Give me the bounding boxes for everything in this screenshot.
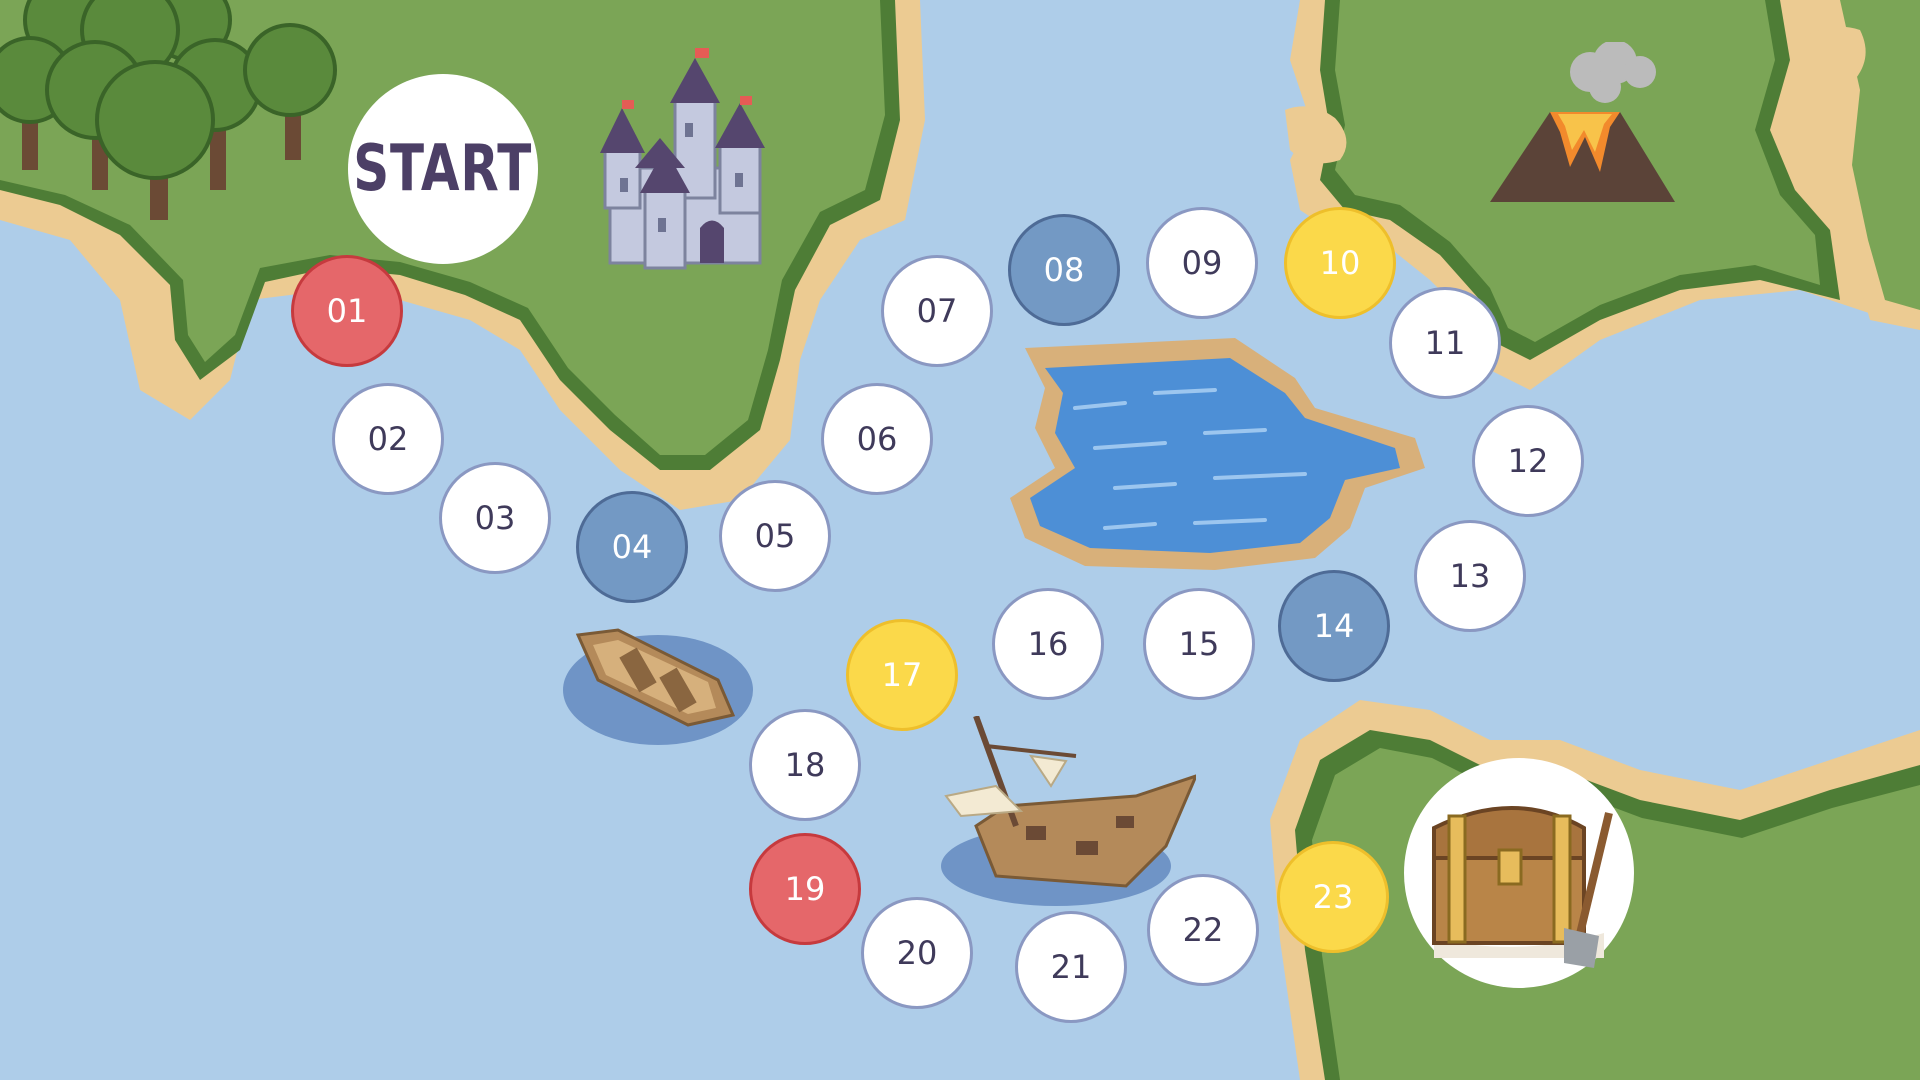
board-space-23[interactable]: 23 <box>1277 841 1389 953</box>
board-space-19[interactable]: 19 <box>749 833 861 945</box>
board-space-01[interactable]: 01 <box>291 255 403 367</box>
board-space-05[interactable]: 05 <box>719 480 831 592</box>
board-space-09[interactable]: 09 <box>1146 207 1258 319</box>
board-space-07[interactable]: 07 <box>881 255 993 367</box>
rowboat-icon <box>563 628 753 745</box>
board-space-12[interactable]: 12 <box>1472 405 1584 517</box>
board-space-10[interactable]: 10 <box>1284 207 1396 319</box>
volcano-icon <box>1490 42 1675 202</box>
board-space-20[interactable]: 20 <box>861 897 973 1009</box>
treasure-chest-icon <box>1432 806 1613 968</box>
board-space-21[interactable]: 21 <box>1015 911 1127 1023</box>
board-space-08[interactable]: 08 <box>1008 214 1120 326</box>
board-space-18[interactable]: 18 <box>749 709 861 821</box>
board-space-02[interactable]: 02 <box>332 383 444 495</box>
finish-space[interactable] <box>1404 758 1634 988</box>
board-space-17[interactable]: 17 <box>846 619 958 731</box>
board-space-14[interactable]: 14 <box>1278 570 1390 682</box>
board-space-13[interactable]: 13 <box>1414 520 1526 632</box>
board-space-04[interactable]: 04 <box>576 491 688 603</box>
start-label: START <box>353 132 533 206</box>
board-space-15[interactable]: 15 <box>1143 588 1255 700</box>
board-space-11[interactable]: 11 <box>1389 287 1501 399</box>
board-space-16[interactable]: 16 <box>992 588 1104 700</box>
board-space-03[interactable]: 03 <box>439 462 551 574</box>
board-space-22[interactable]: 22 <box>1147 874 1259 986</box>
game-board: START 01 02 03 04 05 06 07 08 09 10 11 12 13 14 15 16 17… <box>0 0 1920 1080</box>
lake-icon <box>1010 338 1425 570</box>
board-space-06[interactable]: 06 <box>821 383 933 495</box>
castle-icon <box>600 48 765 270</box>
forest-icon <box>0 0 337 220</box>
start-space[interactable]: START <box>348 74 538 264</box>
shipwreck-icon <box>941 716 1196 906</box>
